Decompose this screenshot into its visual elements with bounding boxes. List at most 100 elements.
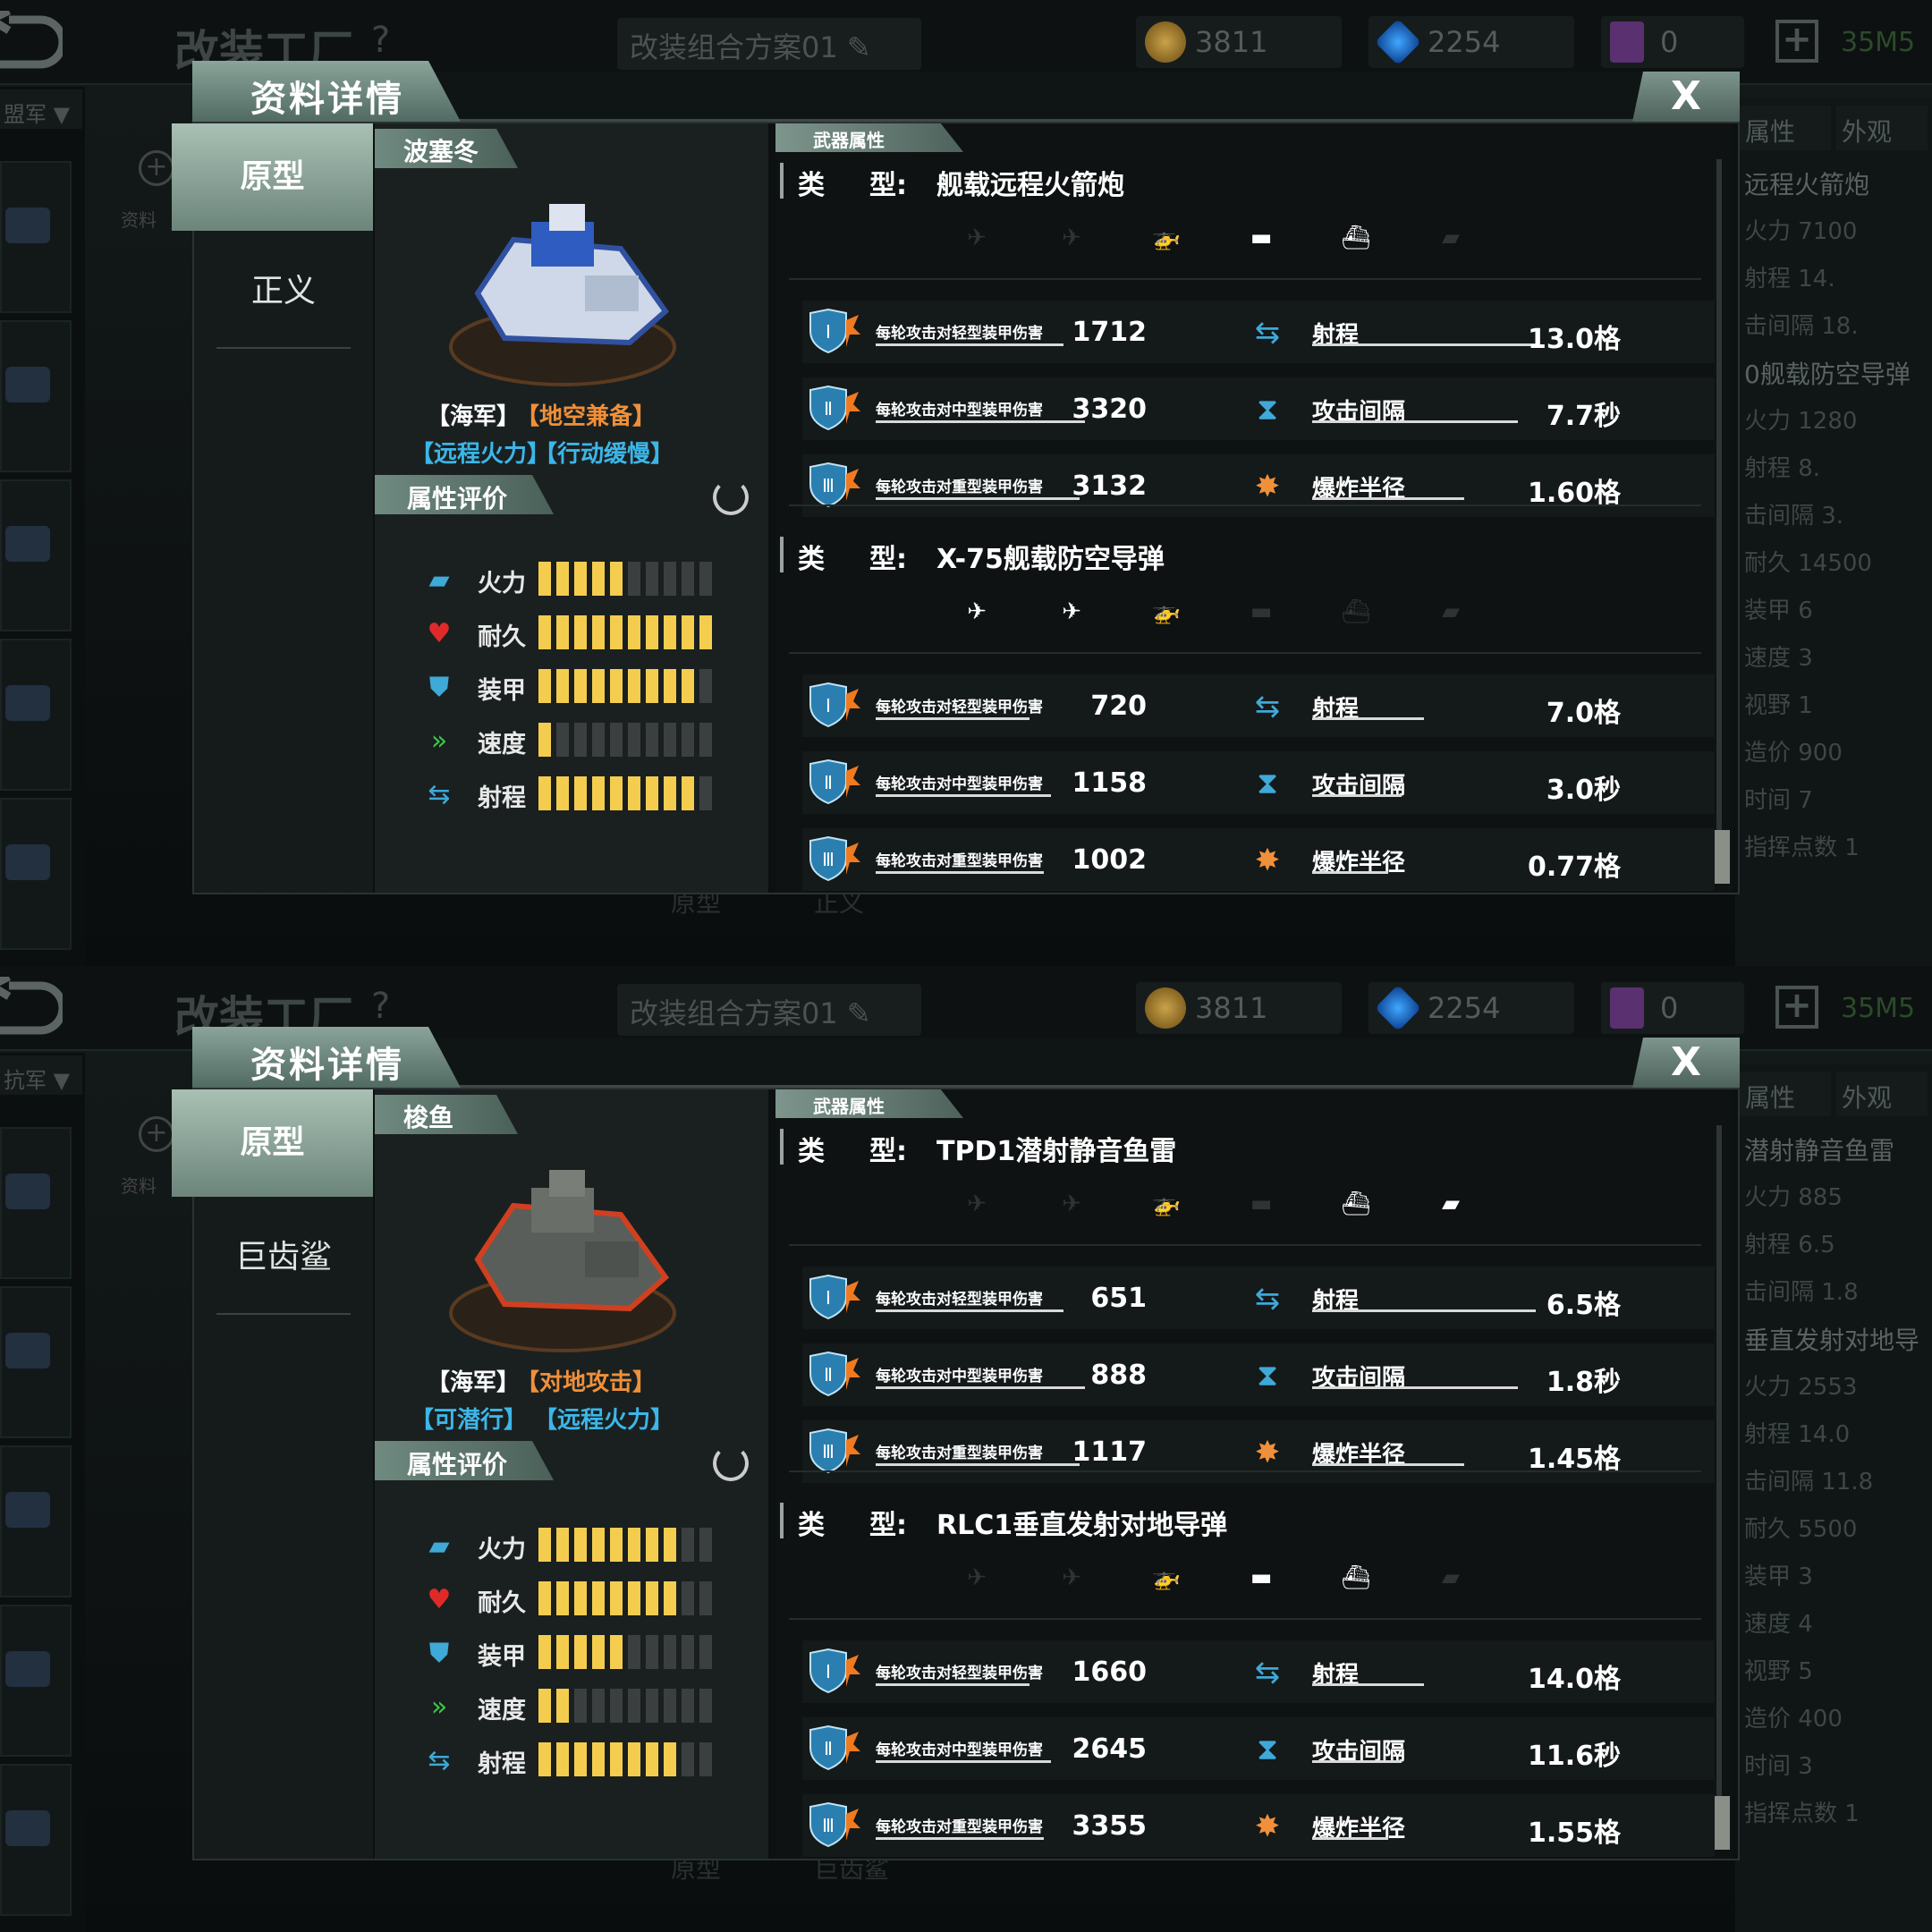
underline: [1312, 871, 1388, 874]
plan-name[interactable]: 改装组合方案01 ✎: [617, 18, 921, 70]
unit-thumb[interactable]: [0, 639, 72, 791]
level-segment: [699, 562, 712, 596]
underline: [876, 717, 1030, 720]
back-icon[interactable]: [0, 11, 63, 73]
variant-tabs: 原型 巨齿鲨: [172, 1089, 373, 1859]
level-segment: [628, 1635, 640, 1669]
unit-thumb[interactable]: [0, 161, 72, 313]
tab-variant[interactable]: 正义: [194, 238, 373, 345]
underline: [1312, 1683, 1424, 1686]
unit-thumb[interactable]: [0, 320, 72, 472]
level-segment: [628, 1581, 640, 1615]
level-segment: [646, 776, 658, 810]
damage-value: 3320: [1072, 394, 1148, 425]
level-segment: [556, 1528, 569, 1562]
type-label2: 型:: [869, 1136, 907, 1167]
close-button[interactable]: X: [1632, 72, 1740, 122]
unit-thumb[interactable]: [0, 1764, 72, 1916]
unit-thumb[interactable]: [0, 1445, 72, 1597]
stat-cell: ✸ 爆炸半径 1.60格: [1241, 454, 1688, 517]
level-segment: [610, 669, 623, 703]
tab-prototype[interactable]: 原型: [172, 1089, 373, 1197]
unit-name: 梭鱼: [375, 1095, 518, 1134]
unit-thumb[interactable]: [0, 479, 72, 631]
unit-thumb[interactable]: [0, 1605, 72, 1757]
armor-damage-icon: Ⅲ: [809, 835, 860, 882]
level-segment: [610, 1689, 623, 1723]
stat-value: 11.6秒: [1527, 1741, 1621, 1772]
right-panel-row: 火力 7100: [1744, 218, 1858, 245]
attr-label: 装甲: [478, 1643, 526, 1671]
weapon-stat-row: Ⅱ 每轮攻击对中型装甲伤害 1158 ⧗ 攻击间隔 3.0秒: [802, 751, 1715, 814]
diamond-icon: [1374, 18, 1422, 66]
help-icon[interactable]: ?: [371, 20, 390, 61]
damage-value: 1117: [1072, 1436, 1148, 1468]
tab-attributes[interactable]: 属性: [1740, 106, 1831, 150]
level-segment: [592, 1581, 605, 1615]
level-segment: [556, 562, 569, 596]
gold-counter: 3811: [1136, 16, 1342, 68]
level-segment: [628, 615, 640, 649]
unit-thumb[interactable]: [0, 1286, 72, 1438]
dialog-header: 资料详情 X: [192, 61, 1740, 122]
tab-prototype[interactable]: 原型: [172, 123, 373, 231]
right-panel-row: 视野 5: [1744, 1658, 1813, 1685]
diamond-counter: 2254: [1368, 982, 1574, 1034]
weapon-stat-row: Ⅲ 每轮攻击对重型装甲伤害 3355 ✸ 爆炸半径 1.55格: [802, 1794, 1715, 1857]
right-panel-row: 装甲 6: [1744, 597, 1813, 624]
level-segment: [574, 1742, 587, 1776]
refresh-icon[interactable]: [713, 1445, 749, 1481]
edit-pencil-icon[interactable]: ✎: [847, 996, 871, 1030]
weapon-type-row: 类 型: TPD1潜射静音鱼雷: [780, 1123, 1710, 1168]
close-button[interactable]: X: [1632, 1038, 1740, 1088]
damage-value: 3132: [1072, 470, 1148, 502]
unit-tag: 【远程火力】: [411, 441, 551, 468]
attr-row: ⇆ 射程: [419, 776, 741, 812]
tab-attributes[interactable]: 属性: [1740, 1072, 1831, 1116]
damage-cell: Ⅰ 每轮攻击对轻型装甲伤害 720: [802, 674, 1214, 737]
level-segment: [628, 723, 640, 757]
damage-cell: Ⅰ 每轮攻击对轻型装甲伤害 1660: [802, 1640, 1214, 1703]
target-icons: ✈ ✈ 🚁 ▬ ⛴ ▰: [954, 220, 1491, 265]
weapon-detail: 武器属性 类 型: 舰载远程火箭炮 ✈ ✈ 🚁 ▬ ⛴ ▰ Ⅰ 每轮攻击对轻型装甲伤害 17…: [775, 123, 1733, 893]
plan-name[interactable]: 改装组合方案01 ✎: [617, 984, 921, 1036]
ship-icon: ⛴: [1341, 1191, 1371, 1217]
add-button[interactable]: +: [1775, 20, 1818, 63]
underline: [1312, 1760, 1402, 1763]
refresh-icon[interactable]: [713, 479, 749, 515]
damage-value: 720: [1090, 691, 1147, 722]
level-segment: [699, 1742, 712, 1776]
help-icon[interactable]: ?: [371, 986, 390, 1027]
faction-dropdown[interactable]: 盟军 ▼: [0, 89, 82, 129]
add-button[interactable]: +: [1775, 986, 1818, 1029]
level-segment: [664, 776, 676, 810]
right-panel-row: 击间隔 3.: [1744, 503, 1844, 530]
right-panel-row: 远程火箭炮: [1744, 170, 1870, 199]
unit-thumb[interactable]: [0, 798, 72, 950]
weapon-detail: 武器属性 类 型: TPD1潜射静音鱼雷 ✈ ✈ 🚁 ▬ ⛴ ▰ Ⅰ 每轮攻击对轻型装甲伤害…: [775, 1089, 1733, 1859]
add-circle-icon[interactable]: +: [139, 150, 174, 186]
armor-damage-icon: Ⅱ: [809, 1724, 860, 1771]
weapon-stat-row: Ⅰ 每轮攻击对轻型装甲伤害 651 ⇆ 射程 6.5格: [802, 1267, 1715, 1329]
weapon-stat-row: Ⅲ 每轮攻击对重型装甲伤害 3132 ✸ 爆炸半径 1.60格: [802, 454, 1715, 517]
right-panel-row: 指挥点数 1: [1744, 835, 1860, 861]
back-icon[interactable]: [0, 977, 63, 1039]
scrollbar[interactable]: [1716, 1125, 1722, 1850]
scrollbar[interactable]: [1716, 159, 1722, 884]
hourglass-icon: ⧗: [1257, 392, 1278, 428]
add-circle-icon[interactable]: +: [139, 1116, 174, 1152]
faction-dropdown[interactable]: 抗军 ▼: [0, 1055, 82, 1095]
level-segment: [682, 1742, 694, 1776]
weapon-name: 舰载远程火箭炮: [936, 170, 1124, 201]
tab-appearance[interactable]: 外观: [1836, 106, 1928, 150]
level-segment: [592, 669, 605, 703]
level-segment: [574, 1689, 587, 1723]
level-segment: [556, 615, 569, 649]
gold-counter: 3811: [1136, 982, 1342, 1034]
underline: [876, 497, 1080, 500]
tab-variant[interactable]: 巨齿鲨: [194, 1204, 373, 1311]
edit-pencil-icon[interactable]: ✎: [847, 30, 871, 64]
weapon-name: X-75舰载防空导弹: [936, 544, 1165, 575]
tab-appearance[interactable]: 外观: [1836, 1072, 1928, 1116]
unit-thumb[interactable]: [0, 1127, 72, 1279]
